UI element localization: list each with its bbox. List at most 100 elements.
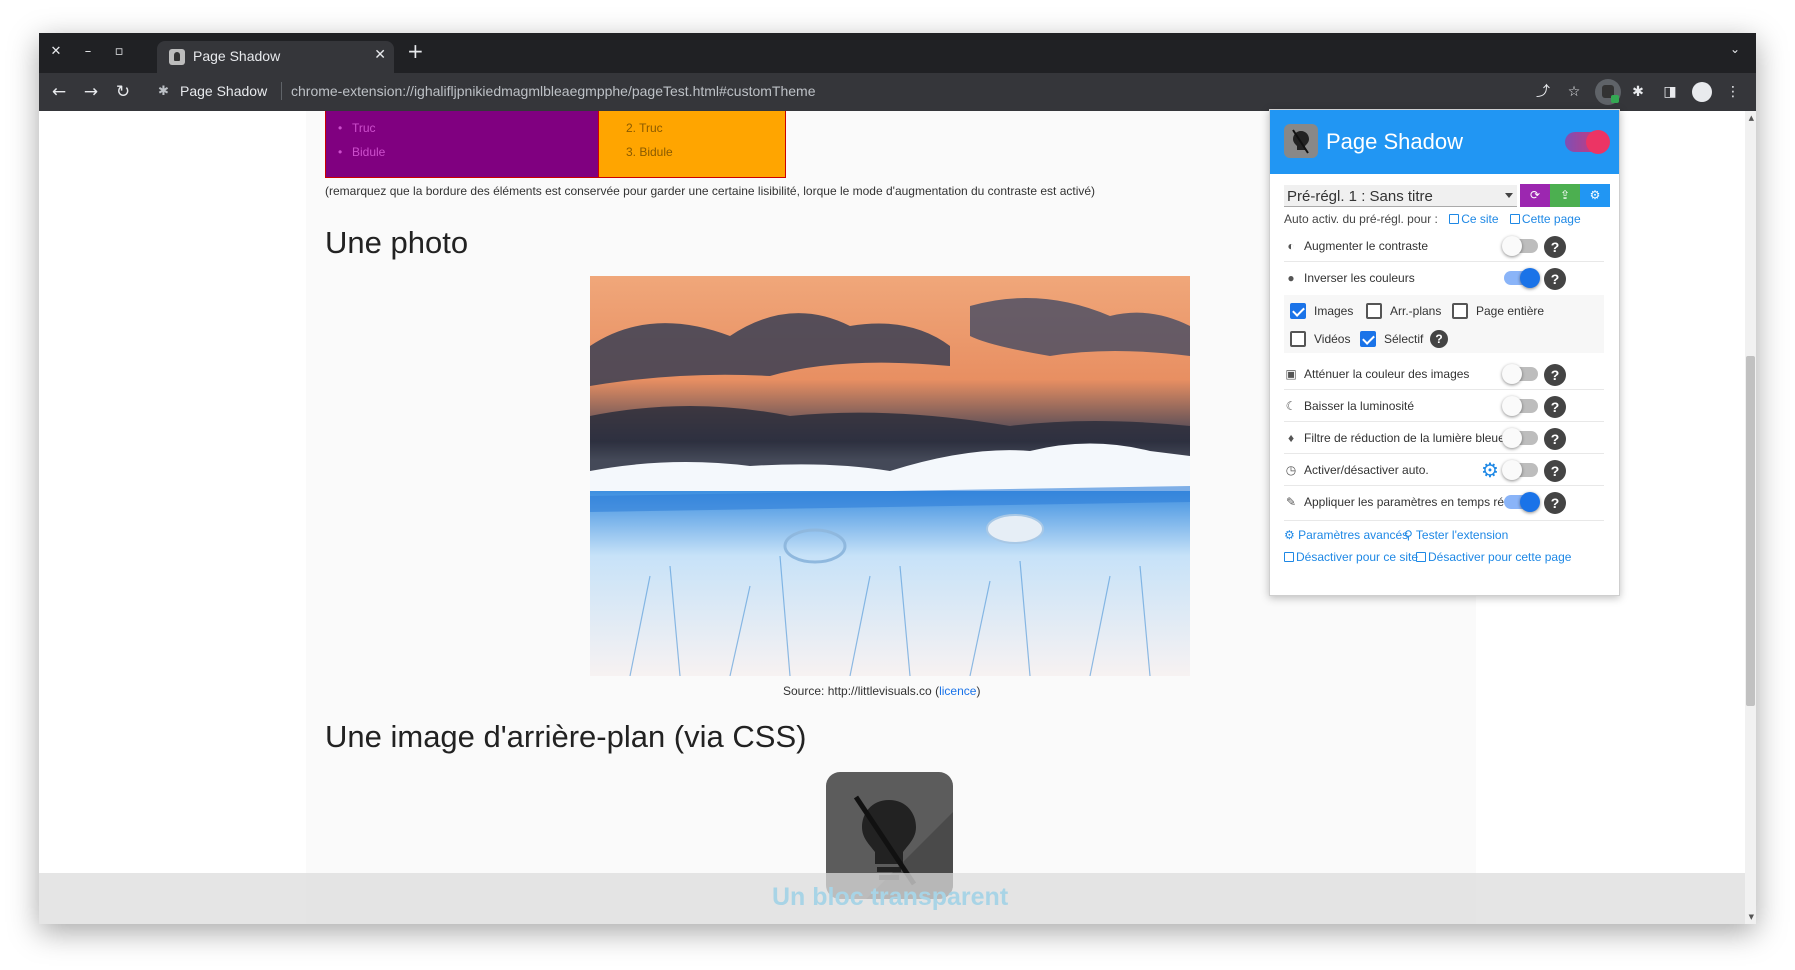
help-icon[interactable]: ? (1544, 364, 1566, 386)
checkbox-label: Arr.-plans (1390, 304, 1442, 318)
option-blue-light-filter: ♦ Filtre de réduction de la lumière bleu… (1284, 427, 1614, 451)
scroll-down-arrow-icon[interactable]: ▼ (1749, 913, 1754, 921)
tab-bar: ✕ – ▫ Page Shadow ✕ + ⌄ (39, 33, 1756, 73)
lower-brightness-toggle[interactable] (1502, 396, 1538, 416)
invert-sub-options: Images Arr.-plans Page entière Vidéos Sé… (1284, 295, 1604, 353)
preset-select[interactable]: Pré-régl. 1 : Sans titre (1284, 185, 1517, 207)
blue-light-filter-toggle[interactable] (1502, 428, 1538, 448)
checkbox-label: Images (1314, 304, 1354, 318)
caption-text-end: ) (976, 684, 981, 698)
auto-activate-page-checkbox[interactable]: Cette page (1509, 212, 1581, 226)
checkbox-icon (1449, 214, 1460, 224)
caption-text: Source: http://littlevisuals.co ( (783, 684, 940, 698)
window-maximize-button[interactable]: ▫ (108, 41, 130, 63)
page-shadow-extension-button[interactable] (1595, 79, 1621, 105)
gear-icon: ⚙ (1284, 528, 1295, 542)
divider (1284, 520, 1604, 521)
checkbox-label: Page entière (1476, 304, 1545, 318)
side-panel-icon[interactable]: ◨ (1659, 81, 1681, 103)
extension-puzzle-icon: ✱ (158, 84, 169, 99)
help-icon[interactable]: ? (1544, 268, 1566, 290)
help-icon[interactable]: ? (1544, 236, 1566, 258)
heading-photo: Une photo (325, 225, 469, 260)
inverted-landscape-photo (590, 276, 1190, 676)
help-icon[interactable]: ? (1544, 396, 1566, 418)
tab-page-shadow[interactable]: Page Shadow ✕ (157, 41, 394, 73)
auto-page-label: Cette page (1521, 212, 1581, 226)
preset-settings-button[interactable]: ⚙ (1580, 184, 1610, 207)
toggle-knob (1502, 236, 1522, 256)
checkbox-checked-icon (1290, 303, 1306, 319)
ordered-list-box: 2. Truc 3. Bidule (599, 111, 786, 178)
save-preset-button[interactable]: ⇪ (1550, 184, 1580, 207)
browser-toolbar: ← → ↻ ✱ Page Shadow chrome-extension://i… (39, 73, 1756, 111)
divider (1284, 485, 1604, 486)
option-label: Appliquer les paramètres en temps réel (1304, 495, 1514, 509)
help-icon[interactable]: ? (1430, 330, 1448, 348)
auto-site-label: Ce site (1461, 212, 1499, 226)
help-icon[interactable]: ? (1544, 428, 1566, 450)
tab-close-icon[interactable]: ✕ (374, 47, 386, 63)
page-shadow-popup: Page Shadow Pré-régl. 1 : Sans titre ⟳ ⇪… (1269, 109, 1620, 596)
live-settings-toggle[interactable] (1504, 492, 1540, 512)
auto-enable-toggle[interactable] (1502, 460, 1538, 480)
omnibox-site-name[interactable]: Page Shadow (180, 83, 267, 99)
checkbox-icon (1366, 303, 1382, 319)
new-tab-button[interactable]: + (407, 39, 424, 63)
help-icon[interactable]: ? (1544, 460, 1566, 482)
tab-search-chevron-icon[interactable]: ⌄ (1730, 42, 1740, 56)
lightbulb-icon: ♦ (1287, 431, 1295, 445)
global-enable-toggle[interactable] (1565, 130, 1610, 154)
refresh-preset-button[interactable]: ⟳ (1520, 184, 1550, 207)
attenuate-colors-toggle[interactable] (1502, 364, 1538, 384)
auto-activate-site-checkbox[interactable]: Ce site (1449, 212, 1499, 226)
divider (1284, 389, 1604, 390)
increase-contrast-toggle[interactable] (1502, 236, 1538, 256)
extension-active-badge (1611, 95, 1619, 103)
disable-for-page-link[interactable]: Désactiver pour cette page (1416, 550, 1571, 564)
advanced-settings-link[interactable]: ⚙ Paramètres avancés (1284, 528, 1408, 542)
image-icon: ▣ (1285, 367, 1297, 381)
test-extension-label: Tester l'extension (1415, 528, 1509, 542)
toggle-knob (1502, 460, 1522, 480)
page-scrollbar[interactable]: ▲ ▼ (1745, 111, 1756, 924)
clock-icon: ◷ (1285, 463, 1297, 477)
auto-enable-settings-gear-icon[interactable]: ⚙ (1481, 460, 1499, 482)
reload-button[interactable]: ↻ (111, 80, 135, 104)
search-icon: ⚲ (1404, 528, 1413, 542)
popup-title: Page Shadow (1326, 129, 1463, 154)
chevron-down-icon (1505, 193, 1513, 198)
checkbox-label: Vidéos (1314, 332, 1351, 346)
option-auto-enable: ◷ Activer/désactiver auto. ⚙ ? (1284, 459, 1614, 483)
window-minimize-button[interactable]: – (77, 41, 99, 63)
licence-link[interactable]: licence (939, 684, 976, 698)
auto-activation-label: Auto activ. du pré-régl. pour : (1284, 212, 1438, 226)
browser-menu-icon[interactable]: ⋮ (1722, 81, 1744, 103)
scroll-up-arrow-icon[interactable]: ▲ (1749, 114, 1754, 122)
moon-icon: ☾ (1285, 399, 1297, 413)
extensions-puzzle-icon[interactable]: ✱ (1627, 81, 1649, 103)
scrollbar-thumb[interactable] (1746, 356, 1755, 706)
disable-for-site-link[interactable]: Désactiver pour ce site (1284, 550, 1418, 564)
droplet-icon: ● (1287, 271, 1295, 285)
toggle-knob (1586, 130, 1610, 154)
invert-colors-toggle[interactable] (1504, 268, 1540, 288)
divider (1284, 261, 1604, 262)
back-button[interactable]: ← (47, 80, 71, 104)
heading-background-image: Une image d'arrière-plan (via CSS) (325, 719, 807, 754)
help-icon[interactable]: ? (1544, 492, 1566, 514)
test-extension-link[interactable]: ⚲ Tester l'extension (1404, 528, 1508, 542)
window-close-button[interactable]: ✕ (45, 41, 67, 63)
option-lower-brightness: ☾ Baisser la luminosité ? (1284, 395, 1614, 419)
divider (1284, 421, 1604, 422)
bookmark-star-icon[interactable]: ☆ (1563, 81, 1585, 103)
option-label: Inverser les couleurs (1304, 271, 1415, 285)
share-icon[interactable]: ⤴ (1532, 81, 1554, 103)
forward-button[interactable]: → (79, 80, 103, 104)
option-label: Baisser la luminosité (1304, 399, 1415, 413)
toggle-knob (1502, 364, 1522, 384)
omnibox-url[interactable]: chrome-extension://ighalifljpnikiedmagml… (291, 83, 816, 99)
auto-activation-row: Auto activ. du pré-régl. pour : Ce site … (1284, 212, 1581, 226)
browser-window: ✕ – ▫ Page Shadow ✕ + ⌄ ← → ↻ ✱ Page Sha… (39, 33, 1756, 924)
profile-avatar[interactable] (1692, 82, 1712, 102)
